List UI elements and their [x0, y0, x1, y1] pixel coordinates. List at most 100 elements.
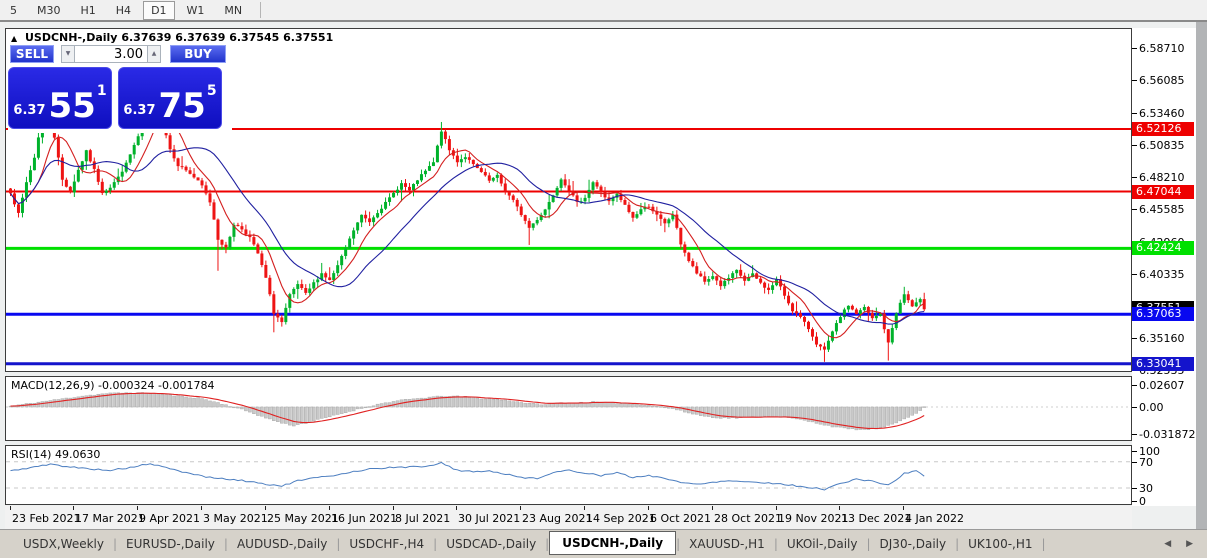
- tab-usdx-weekly[interactable]: USDX,Weekly: [14, 533, 113, 555]
- bid-pipette: 1: [97, 83, 107, 99]
- candle-body: [288, 294, 291, 308]
- candle-body: [324, 273, 327, 277]
- timeframe-d1[interactable]: D1: [143, 1, 174, 20]
- candle-body: [907, 294, 910, 300]
- candle-body: [564, 179, 567, 185]
- tab-dj30-daily[interactable]: DJ30-,Daily: [871, 533, 956, 555]
- macd-histogram-bar: [715, 407, 718, 418]
- macd-histogram-bar: [316, 407, 319, 419]
- candle-body: [209, 193, 212, 202]
- volume-input[interactable]: [75, 45, 147, 63]
- macd-histogram-bar: [520, 402, 523, 407]
- price-tick-label: 6.35160: [1139, 332, 1185, 345]
- ask-price-box[interactable]: 6.37 75 5: [118, 67, 222, 129]
- candle-body: [197, 177, 200, 180]
- tab-eurusd-daily[interactable]: EURUSD-,Daily: [117, 533, 224, 555]
- main-chart-pane[interactable]: ▲ USDCNH-,Daily 6.37639 6.37639 6.37545 …: [5, 28, 1132, 372]
- candle-body: [795, 311, 798, 313]
- macd-histogram-bar: [619, 404, 622, 407]
- candle-body: [464, 157, 467, 159]
- candle-body: [679, 228, 682, 245]
- date-tick-mark: [10, 506, 11, 510]
- tab-scroll-left-icon[interactable]: ◀: [1164, 539, 1177, 549]
- candle-body: [85, 150, 88, 161]
- timeframe-5[interactable]: 5: [2, 1, 25, 20]
- macd-histogram-bar: [875, 407, 878, 429]
- tab-usdcad-daily[interactable]: USDCAD-,Daily: [437, 533, 545, 555]
- tab-usdcnh-daily[interactable]: USDCNH-,Daily: [549, 531, 676, 555]
- candle-body: [763, 283, 766, 288]
- macd-histogram-bar: [312, 407, 315, 421]
- macd-histogram-bar: [851, 407, 854, 429]
- candle-body: [711, 276, 714, 279]
- macd-histogram-bar: [480, 399, 483, 407]
- candle-body: [336, 265, 339, 273]
- sell-button[interactable]: SELL: [10, 45, 54, 63]
- buy-button[interactable]: BUY: [170, 45, 226, 63]
- tab-uk100-h1[interactable]: UK100-,H1: [959, 533, 1041, 555]
- macd-histogram-bar: [452, 396, 455, 407]
- timeframe-w1[interactable]: W1: [179, 1, 213, 20]
- macd-histogram-bar: [412, 399, 415, 407]
- bid-price-box[interactable]: 6.37 55 1: [8, 67, 112, 129]
- candle-body: [783, 286, 786, 295]
- collapse-chart-icon[interactable]: ▲: [11, 34, 17, 43]
- macd-histogram-bar: [189, 398, 192, 407]
- timeframe-h1[interactable]: H1: [73, 1, 104, 20]
- macd-histogram-bar: [504, 400, 507, 407]
- macd-indicator-pane[interactable]: MACD(12,26,9) -0.000324 -0.001784: [5, 376, 1132, 441]
- volume-increase-button[interactable]: ▲: [147, 45, 161, 63]
- macd-histogram-bar: [667, 407, 670, 408]
- candle-body: [891, 328, 894, 342]
- price-tick-mark: [1132, 209, 1137, 210]
- volume-decrease-button[interactable]: ▼: [61, 45, 75, 63]
- candle-body: [659, 215, 662, 219]
- price-tick-label: 6.48210: [1139, 171, 1185, 184]
- candle-body: [600, 187, 603, 193]
- macd-histogram-bar: [508, 401, 511, 407]
- candle-body: [771, 285, 774, 290]
- date-tick-label: 4 Jan 2022: [905, 512, 964, 525]
- tab-ukoil-daily[interactable]: UKOil-,Daily: [778, 533, 867, 555]
- candle-body: [835, 323, 838, 331]
- macd-histogram-bar: [137, 393, 140, 407]
- candle-body: [715, 276, 718, 280]
- candle-body: [508, 192, 511, 196]
- macd-histogram-bar: [516, 402, 519, 407]
- timeframe-mn[interactable]: MN: [216, 1, 250, 20]
- candle-body: [77, 170, 80, 182]
- macd-histogram-bar: [703, 407, 706, 416]
- trade-panel-controls: SELL ▼ ▲ BUY: [10, 45, 230, 63]
- date-tick-label: 23 Aug 2021: [522, 512, 592, 525]
- macd-histogram-bar: [468, 397, 471, 407]
- candle-body: [735, 270, 738, 273]
- candle-body: [544, 209, 547, 214]
- ask-prefix: 6.37: [123, 103, 155, 118]
- candle-body: [412, 184, 415, 190]
- timeframe-h4[interactable]: H4: [108, 1, 139, 20]
- tab-scroll-right-icon[interactable]: ▶: [1186, 539, 1199, 549]
- macd-histogram-bar: [360, 407, 363, 409]
- tab-usdchf-h4[interactable]: USDCHF-,H4: [340, 533, 433, 555]
- tab-xauusd-h1[interactable]: XAUUSD-,H1: [680, 533, 774, 555]
- tab-audusd-daily[interactable]: AUDUSD-,Daily: [228, 533, 336, 555]
- price-tick-mark: [1132, 274, 1137, 275]
- macd-histogram-bar: [623, 404, 626, 407]
- candle-body: [228, 237, 231, 248]
- macd-histogram-bar: [149, 394, 152, 407]
- macd-histogram-bar: [444, 397, 447, 407]
- rsi-tick-label: 0: [1139, 495, 1146, 508]
- timeframe-m30[interactable]: M30: [29, 1, 69, 20]
- candle-body: [635, 214, 638, 218]
- rsi-chart[interactable]: [6, 446, 1131, 504]
- candle-body: [584, 198, 587, 201]
- rsi-indicator-pane[interactable]: RSI(14) 49.0630: [5, 445, 1132, 505]
- macd-histogram-bar: [145, 393, 148, 407]
- candle-body: [296, 284, 299, 289]
- candle-body: [548, 202, 551, 209]
- macd-histogram-bar: [220, 404, 223, 407]
- candle-body: [460, 159, 463, 162]
- macd-histogram-bar: [205, 400, 208, 407]
- macd-histogram-bar: [608, 402, 611, 407]
- candle-body: [448, 139, 451, 150]
